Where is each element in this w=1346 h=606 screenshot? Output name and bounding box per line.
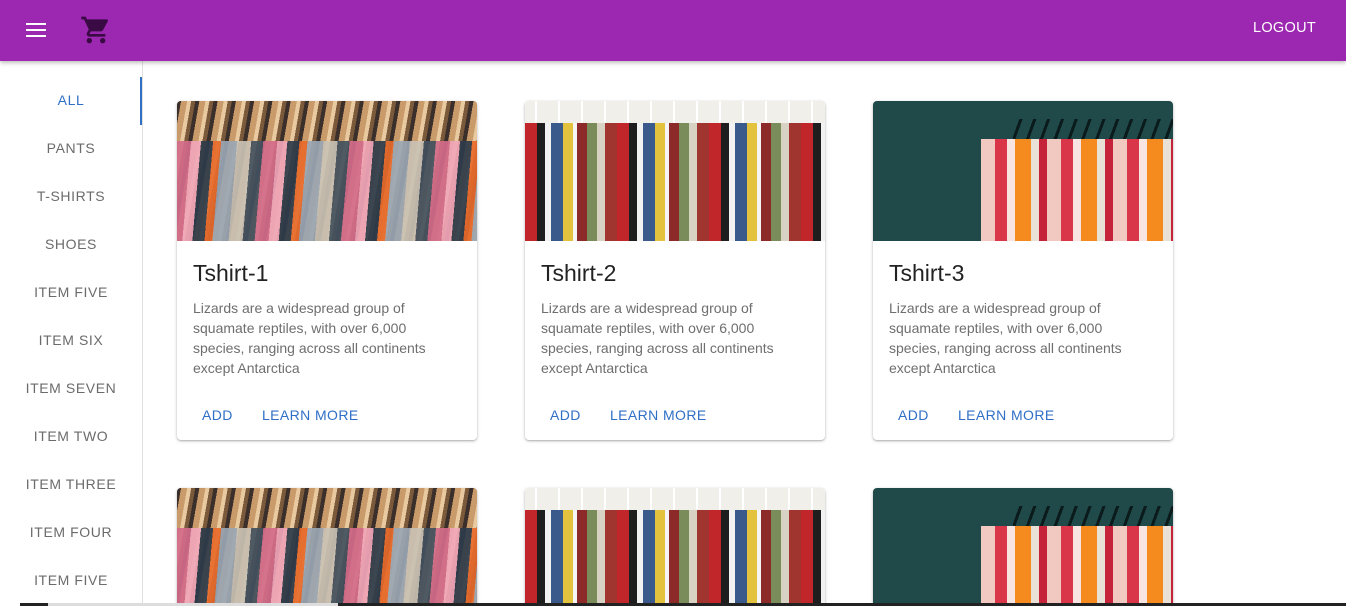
tab-t-shirts[interactable]: T-SHIRTS (0, 172, 142, 220)
add-button[interactable]: ADD (550, 407, 581, 423)
product-image (525, 488, 825, 606)
tab-item-five-2[interactable]: ITEM FIVE (0, 556, 142, 604)
learn-more-button[interactable]: LEARN MORE (610, 407, 707, 423)
tab-shoes[interactable]: SHOES (0, 220, 142, 268)
product-description: Lizards are a widespread group of squama… (193, 300, 426, 376)
tab-pants[interactable]: PANTS (0, 124, 142, 172)
product-card: Tshirt-3 Lizards are a widespread group … (873, 101, 1173, 440)
product-card (873, 488, 1173, 606)
logout-button[interactable]: LOGOUT (1253, 20, 1316, 36)
add-button[interactable]: ADD (202, 407, 233, 423)
active-tab-indicator (140, 77, 142, 125)
tab-item-seven[interactable]: ITEM SEVEN (0, 364, 142, 412)
product-image (873, 488, 1173, 606)
product-image (873, 101, 1173, 241)
tab-item-two[interactable]: ITEM TWO (0, 412, 142, 460)
tab-item-four[interactable]: ITEM FOUR (0, 508, 142, 556)
product-card: Tshirt-2 Lizards are a widespread group … (525, 101, 825, 440)
menu-icon[interactable] (18, 12, 54, 48)
product-image (525, 101, 825, 241)
product-image (177, 488, 477, 606)
product-title: Tshirt-3 (889, 260, 965, 286)
category-tabs: ALL PANTS T-SHIRTS SHOES ITEM FIVE ITEM … (0, 61, 143, 606)
tab-item-five[interactable]: ITEM FIVE (0, 268, 142, 316)
app-bar: LOGOUT (0, 0, 1346, 61)
tab-all[interactable]: ALL (0, 76, 142, 124)
learn-more-button[interactable]: LEARN MORE (262, 407, 359, 423)
product-title: Tshirt-2 (541, 260, 617, 286)
product-card: Tshirt-1 Lizards are a widespread group … (177, 101, 477, 440)
tab-item-three[interactable]: ITEM THREE (0, 460, 142, 508)
shopping-cart-icon[interactable] (80, 14, 112, 46)
product-image (177, 101, 477, 241)
product-card (177, 488, 477, 606)
add-button[interactable]: ADD (898, 407, 929, 423)
product-description: Lizards are a widespread group of squama… (541, 300, 774, 376)
product-card (525, 488, 825, 606)
product-title: Tshirt-1 (193, 260, 269, 286)
learn-more-button[interactable]: LEARN MORE (958, 407, 1055, 423)
tab-item-six[interactable]: ITEM SIX (0, 316, 142, 364)
product-description: Lizards are a widespread group of squama… (889, 300, 1122, 376)
